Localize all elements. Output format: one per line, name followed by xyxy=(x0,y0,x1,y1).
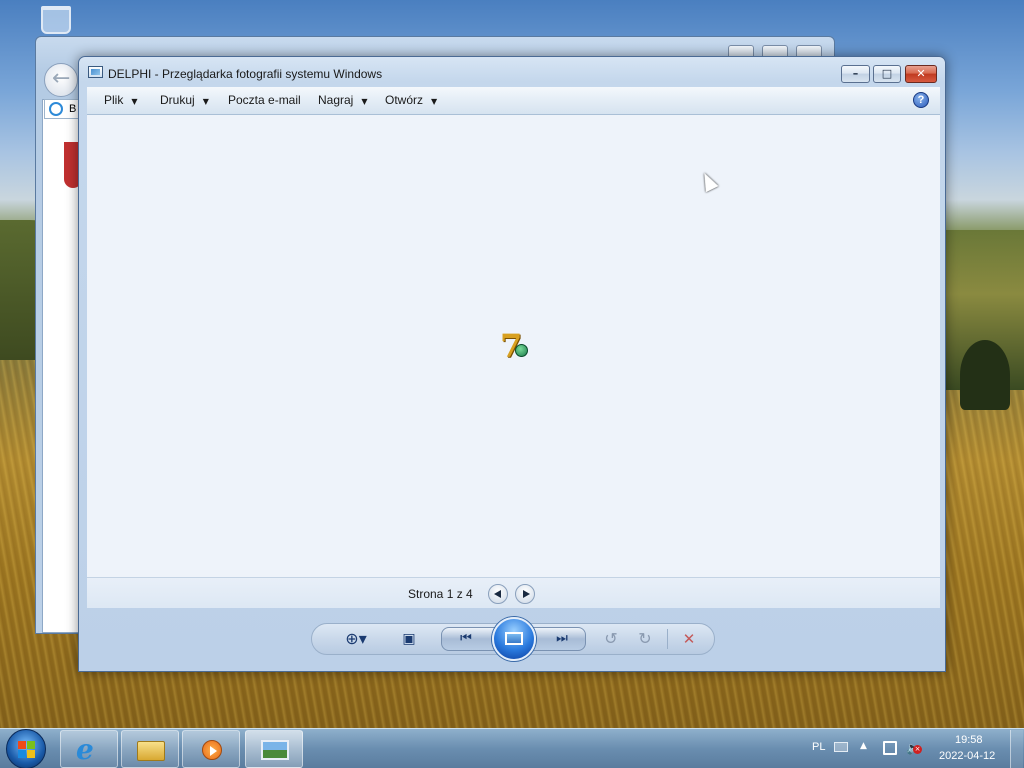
window-title: DELPHI - Przeglądarka fotografii systemu… xyxy=(108,67,383,81)
internet-explorer-icon: e xyxy=(76,733,94,766)
rotate-left-button[interactable]: ↺ xyxy=(601,628,621,650)
controls-divider xyxy=(667,629,668,649)
menu-otworz-label: Otwórz xyxy=(385,93,424,107)
windows-logo-icon xyxy=(18,741,35,758)
rotate-right-button[interactable]: ↻ xyxy=(635,628,655,650)
previous-page-button[interactable] xyxy=(488,584,508,604)
network-icon[interactable] xyxy=(883,741,897,755)
clock-time[interactable]: 19:58 xyxy=(955,734,983,746)
photo-viewer-window: DELPHI - Przeglądarka fotografii systemu… xyxy=(78,56,946,672)
taskbar-photo-viewer[interactable] xyxy=(245,730,303,768)
volume-muted-icon[interactable]: 🔈× xyxy=(906,741,922,755)
menu-drukuj-label: Drukuj xyxy=(160,93,195,107)
taskbar-media-player[interactable] xyxy=(182,730,240,768)
photo-viewer-app-icon[interactable] xyxy=(88,66,103,78)
dropdown-arrow-icon: ▼ xyxy=(361,97,368,106)
taskbar-windows-explorer[interactable] xyxy=(121,730,179,768)
previous-page-icon xyxy=(494,590,501,598)
next-page-button[interactable] xyxy=(515,584,535,604)
maximize-button[interactable]: □ xyxy=(873,65,901,83)
menu-drukuj[interactable]: Drukuj ▼ xyxy=(160,87,209,115)
globe-icon xyxy=(515,344,528,357)
taskbar-internet-explorer[interactable]: e xyxy=(60,730,118,768)
recycle-bin-can xyxy=(41,6,71,34)
dropdown-arrow-icon: ▼ xyxy=(431,97,438,106)
menu-plik[interactable]: Plik ▼ xyxy=(104,87,138,115)
language-indicator[interactable]: PL xyxy=(812,741,825,753)
previous-button[interactable]: ⏮ xyxy=(455,628,477,650)
back-arrow-icon[interactable] xyxy=(44,63,78,97)
page-indicator: Strona 1 z 4 xyxy=(408,587,473,601)
clock-date[interactable]: 2022-04-12 xyxy=(939,750,995,762)
dropdown-arrow-icon: ▼ xyxy=(202,97,209,106)
menu-nagraj-label: Nagraj xyxy=(318,93,354,107)
menu-otworz[interactable]: Otwórz ▼ xyxy=(385,87,437,115)
slideshow-icon xyxy=(505,632,523,645)
next-button[interactable]: ⏭ xyxy=(551,628,573,650)
photo-viewer-icon xyxy=(261,740,289,760)
ie-icon xyxy=(49,102,63,116)
browser-tab-label: B xyxy=(69,103,77,115)
dropdown-arrow-icon: ▼ xyxy=(131,97,138,106)
actual-size-button[interactable]: ▣ xyxy=(398,628,420,650)
image-viewport[interactable]: 7 xyxy=(87,115,940,577)
taskbar: e PL ▲ 🔈× 19:58 2022-04-12 xyxy=(0,728,1024,768)
show-hidden-icons-icon[interactable]: ▲ xyxy=(860,741,867,751)
minimize-icon: – xyxy=(852,67,859,80)
playback-controls: ⊕▾ ▣ ⏮ ⏭ ↺ ↻ ✕ xyxy=(311,617,715,661)
show-desktop-button[interactable] xyxy=(1010,730,1023,768)
page-bar: Strona 1 z 4 xyxy=(87,577,940,608)
maximize-icon: □ xyxy=(881,67,893,80)
close-button[interactable]: ✕ xyxy=(905,65,937,83)
menu-plik-label: Plik xyxy=(104,93,124,107)
minimize-button[interactable]: – xyxy=(841,65,870,83)
help-icon[interactable]: ? xyxy=(913,92,929,108)
title-bar[interactable]: DELPHI - Przeglądarka fotografii systemu… xyxy=(79,57,945,85)
folder-icon xyxy=(137,741,165,761)
delete-button[interactable]: ✕ xyxy=(679,628,699,650)
close-icon: ✕ xyxy=(916,67,926,80)
keyboard-icon[interactable] xyxy=(834,742,848,752)
windows-7-logo-icon: 7 xyxy=(500,327,530,365)
next-page-icon xyxy=(523,590,530,598)
wallpaper-tree xyxy=(960,340,1010,410)
menu-toolbar: Plik ▼ Drukuj ▼ Poczta e-mail Nagraj ▼ Otwó… xyxy=(87,87,940,115)
media-player-icon xyxy=(202,740,222,760)
start-button[interactable] xyxy=(6,729,46,768)
menu-poczta-email[interactable]: Poczta e-mail xyxy=(228,87,301,115)
muted-badge: × xyxy=(913,745,922,754)
menu-nagraj[interactable]: Nagraj ▼ xyxy=(318,87,368,115)
menu-poczta-email-label: Poczta e-mail xyxy=(228,93,301,107)
recycle-bin-icon[interactable] xyxy=(38,6,74,38)
zoom-button[interactable]: ⊕▾ xyxy=(338,628,374,650)
slideshow-button[interactable] xyxy=(492,617,536,661)
